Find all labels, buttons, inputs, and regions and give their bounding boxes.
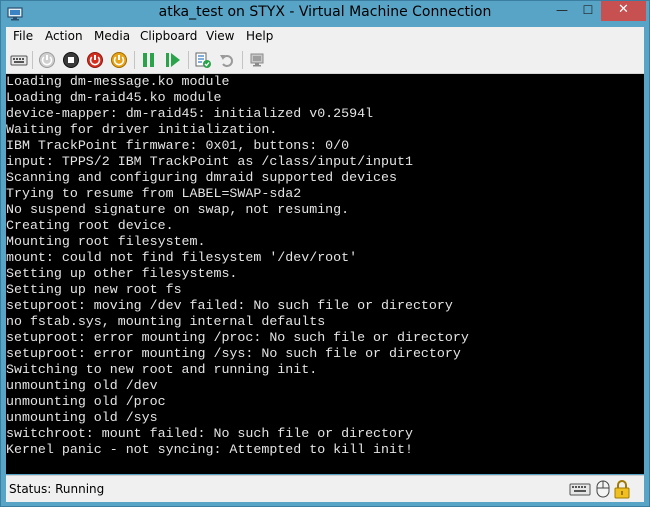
status-text: Status: Running xyxy=(9,482,105,496)
vm-connection-window: atka_test on STYX - Virtual Machine Conn… xyxy=(0,0,650,507)
maximize-icon: ☐ xyxy=(582,3,594,17)
toolbar-separator xyxy=(242,51,243,69)
menu-bar: File Action Media Clipboard View Help xyxy=(6,27,644,47)
ctrl-alt-del-icon[interactable] xyxy=(10,51,28,69)
minimize-icon: — xyxy=(556,3,568,17)
console-line: Mounting root filesystem. xyxy=(6,234,206,249)
toolbar-separator xyxy=(32,51,33,69)
console-line: Waiting for driver initialization. xyxy=(6,122,278,137)
menu-action[interactable]: Action xyxy=(45,29,83,43)
close-icon: ✕ xyxy=(618,2,629,17)
menu-clipboard[interactable]: Clipboard xyxy=(140,29,197,43)
power-icon[interactable] xyxy=(110,51,128,69)
console-line: Scanning and configuring dmraid supporte… xyxy=(6,170,397,185)
console-line: Loading dm-message.ko module xyxy=(6,74,230,89)
menu-help[interactable]: Help xyxy=(246,29,273,43)
console-line: Creating root device. xyxy=(6,218,174,233)
console-line: setuproot: error mounting /sys: No such … xyxy=(6,346,461,361)
status-bar: Status: Running xyxy=(6,475,644,502)
console-line: unmounting old /sys xyxy=(6,410,158,425)
keyboard-icon xyxy=(569,479,591,499)
menu-media[interactable]: Media xyxy=(94,29,130,43)
revert-icon[interactable] xyxy=(218,51,236,69)
resume-icon[interactable] xyxy=(164,51,182,69)
shut-down-icon[interactable] xyxy=(86,51,104,69)
console-line: No suspend signature on swap, not resumi… xyxy=(6,202,350,217)
maximize-button[interactable]: ☐ xyxy=(575,1,601,21)
console-line: switchroot: mount failed: No such file o… xyxy=(6,426,413,441)
console-line: input: TPPS/2 IBM TrackPoint as /class/i… xyxy=(6,154,413,169)
toolbar-separator xyxy=(134,51,135,69)
close-button[interactable]: ✕ xyxy=(601,1,646,21)
console-line: device-mapper: dm-raid45: initialized v0… xyxy=(6,106,374,121)
enhanced-session-icon[interactable] xyxy=(248,51,266,69)
minimize-button[interactable]: — xyxy=(549,1,575,21)
console-line: no fstab.sys, mounting internal defaults xyxy=(6,314,326,329)
console-line: unmounting old /proc xyxy=(6,394,166,409)
pause-icon[interactable] xyxy=(140,51,158,69)
console-line: Trying to resume from LABEL=SWAP-sda2 xyxy=(6,186,302,201)
checkpoint-icon[interactable] xyxy=(194,51,212,69)
start-icon[interactable] xyxy=(38,51,56,69)
console-screen[interactable]: Loading dm-message.ko module Loading dm-… xyxy=(6,74,644,474)
mouse-icon xyxy=(595,479,611,499)
menu-file[interactable]: File xyxy=(13,29,33,43)
console-line: Setting up new root fs xyxy=(6,282,182,297)
turn-off-icon[interactable] xyxy=(62,51,80,69)
console-line: Loading dm-raid45.ko module xyxy=(6,90,222,105)
toolbar-separator xyxy=(188,51,189,69)
console-line: setuproot: moving /dev failed: No such f… xyxy=(6,298,453,313)
title-bar[interactable]: atka_test on STYX - Virtual Machine Conn… xyxy=(1,1,649,27)
console-line: Setting up other filesystems. xyxy=(6,266,238,281)
console-line: IBM TrackPoint firmware: 0x01, buttons: … xyxy=(6,138,350,153)
toolbar xyxy=(6,47,644,74)
menu-view[interactable]: View xyxy=(206,29,234,43)
console-line: unmounting old /dev xyxy=(6,378,158,393)
console-line: setuproot: error mounting /proc: No such… xyxy=(6,330,469,345)
lock-icon xyxy=(613,479,631,499)
console-line: Switching to new root and running init. xyxy=(6,362,318,377)
console-line: mount: could not find filesystem '/dev/r… xyxy=(6,250,358,265)
console-line: Kernel panic - not syncing: Attempted to… xyxy=(6,442,413,457)
